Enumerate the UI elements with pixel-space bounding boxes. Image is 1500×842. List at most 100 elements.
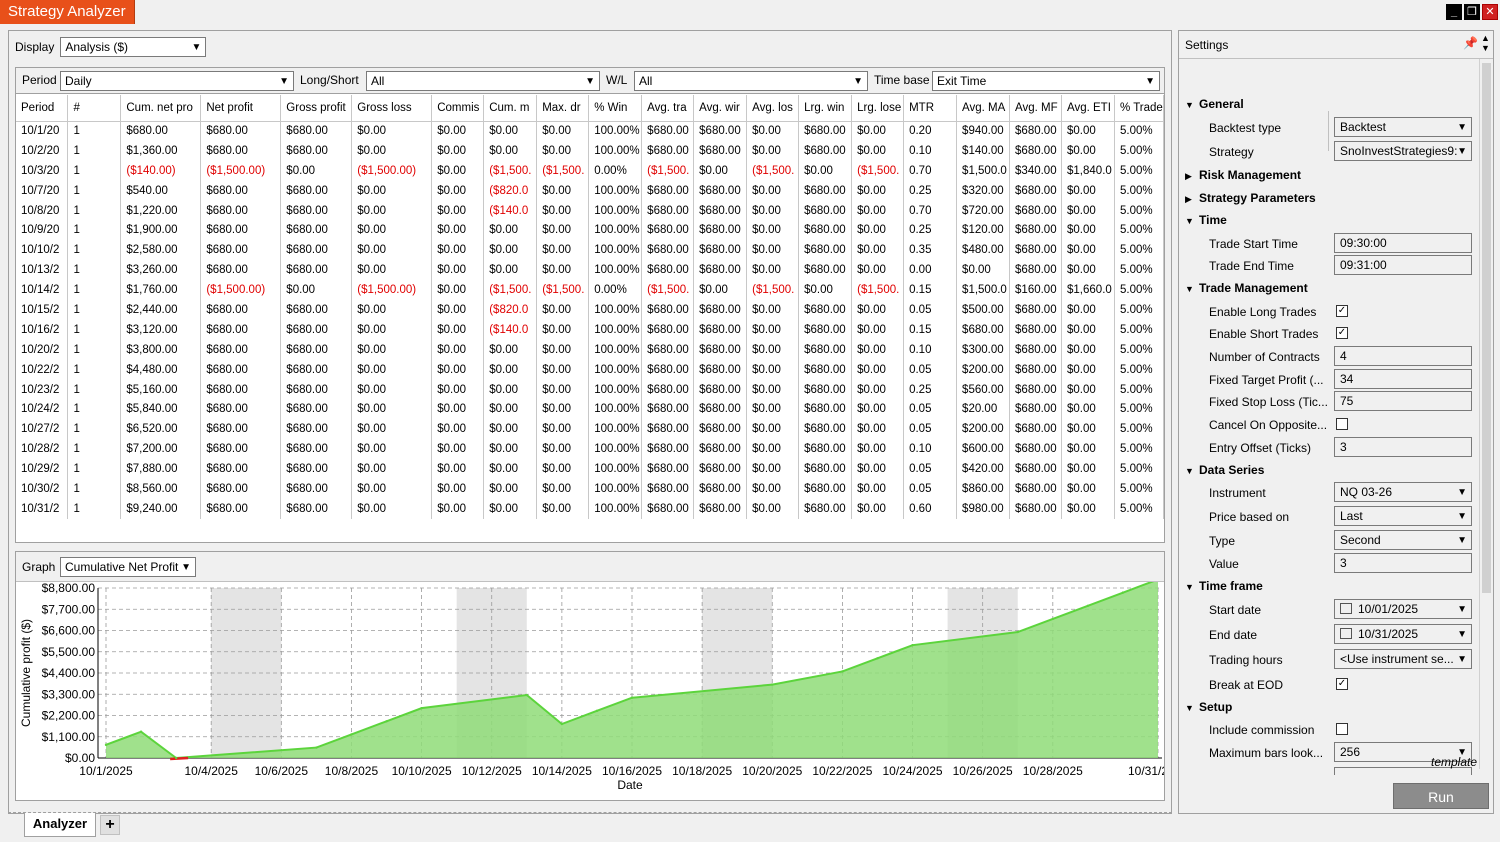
restore-icon[interactable]: ❐: [1464, 4, 1480, 20]
section-general[interactable]: ▼ General: [1185, 97, 1244, 111]
section-time-frame[interactable]: ▼ Time frame: [1185, 579, 1263, 593]
table-row[interactable]: 10/16/2 1 $3,120.00 $680.00 $680.00 $0.00 $0.0…: [16, 319, 1164, 340]
trade-end-field[interactable]: 09:31:00: [1334, 255, 1472, 275]
table-row[interactable]: 10/8/20 1 $1,220.00 $680.00 $680.00 $0.00 $0.0…: [16, 200, 1164, 221]
minimize-icon[interactable]: _: [1446, 4, 1462, 20]
table-row[interactable]: 10/13/2 1 $3,260.00 $680.00 $680.00 $0.00 $0.0…: [16, 260, 1164, 281]
include-commission-checkbox[interactable]: [1336, 723, 1348, 735]
close-icon[interactable]: ✕: [1482, 4, 1498, 20]
section-data-series[interactable]: ▼ Data Series: [1185, 463, 1264, 477]
x-tick-label: 10/18/2025: [672, 764, 732, 778]
column-header[interactable]: Period: [16, 95, 69, 122]
scrollbar-thumb[interactable]: [1482, 63, 1491, 593]
table-cell: $0.00: [851, 379, 905, 400]
table-cell: $1,500.0: [956, 160, 1011, 181]
num-contracts-field[interactable]: 4: [1334, 346, 1472, 366]
section-setup[interactable]: ▼ Setup: [1185, 700, 1232, 714]
table-cell: $540.00: [120, 180, 202, 201]
column-header[interactable]: Max. dr: [536, 95, 590, 122]
table-cell: 100.00%: [588, 240, 643, 261]
period-select[interactable]: Daily ▼: [60, 71, 294, 91]
enable-long-checkbox[interactable]: ✓: [1336, 305, 1348, 317]
column-header[interactable]: Net profit: [200, 95, 282, 122]
wl-select[interactable]: All ▼: [634, 71, 868, 91]
settings-scrollbar[interactable]: [1479, 59, 1493, 769]
table-cell: ($1,500.: [483, 280, 538, 301]
template-link[interactable]: template: [1431, 755, 1477, 769]
table-row[interactable]: 10/23/2 1 $5,160.00 $680.00 $680.00 $0.00 $0.0…: [16, 379, 1164, 400]
table-cell: ($140.0: [483, 200, 538, 221]
table-row[interactable]: 10/15/2 1 $2,440.00 $680.00 $680.00 $0.00 $0.0…: [16, 300, 1164, 320]
column-header[interactable]: Lrg. win: [798, 95, 853, 122]
target-profit-field[interactable]: 34: [1334, 369, 1472, 389]
pin-icon[interactable]: 📌: [1463, 36, 1478, 50]
trading-hours-select[interactable]: <Use instrument se... ▼: [1334, 649, 1472, 669]
tab-analyzer[interactable]: Analyzer: [24, 813, 96, 837]
chevron-down-icon: ▼: [191, 42, 202, 53]
entry-offset-field[interactable]: 3: [1334, 437, 1472, 457]
table-row[interactable]: 10/29/2 1 $7,880.00 $680.00 $680.00 $0.00 $0.0…: [16, 459, 1164, 480]
column-header[interactable]: Avg. tra: [641, 95, 695, 122]
table-row[interactable]: 10/3/20 1 ($140.00) ($1,500.00) $0.00 ($1,500…: [16, 160, 1164, 181]
cancel-opposite-checkbox[interactable]: [1336, 418, 1348, 430]
column-header[interactable]: Lrg. lose: [851, 95, 905, 122]
table-row[interactable]: 10/9/20 1 $1,900.00 $680.00 $680.00 $0.00 $0.0…: [16, 220, 1164, 241]
strategy-select[interactable]: SnoInvestStrategies9: ▼: [1334, 141, 1472, 161]
price-based-select[interactable]: Last ▼: [1334, 506, 1472, 526]
instrument-select[interactable]: NQ 03-26 ▼: [1334, 482, 1472, 502]
table-cell: $0.00: [1061, 200, 1115, 221]
table-row[interactable]: 10/1/20 1 $680.00 $680.00 $680.00 $0.00 $0.00 $…: [16, 121, 1164, 141]
run-button[interactable]: Run: [1393, 783, 1489, 809]
collapse-icon: ▼: [1185, 703, 1194, 713]
column-header[interactable]: Cum. m: [483, 95, 538, 122]
section-trade-management[interactable]: ▼ Trade Management: [1185, 281, 1308, 295]
column-header[interactable]: MTR: [903, 95, 958, 122]
display-select[interactable]: Analysis ($) ▼: [60, 37, 207, 57]
stop-loss-field[interactable]: 75: [1334, 391, 1472, 411]
table-row[interactable]: 10/7/20 1 $540.00 $680.00 $680.00 $0.00 $0.00(…: [16, 180, 1164, 201]
table-row[interactable]: 10/2/20 1 $1,360.00 $680.00 $680.00 $0.00 $0.0…: [16, 140, 1164, 161]
column-header[interactable]: Commis: [431, 95, 485, 122]
graph-select[interactable]: Cumulative Net Profit ▼: [60, 557, 196, 577]
longshort-select[interactable]: All ▼: [366, 71, 600, 91]
table-cell: $680.00: [1009, 439, 1063, 460]
table-row[interactable]: 10/22/2 1 $4,480.00 $680.00 $680.00 $0.00 $0.0…: [16, 359, 1164, 380]
table-row[interactable]: 10/10/2 1 $2,580.00 $680.00 $680.00 $0.00 $0.0…: [16, 240, 1164, 261]
column-header[interactable]: Avg. ETI: [1061, 95, 1115, 122]
section-risk-management[interactable]: ▶ Risk Management: [1185, 168, 1301, 182]
add-tab-button[interactable]: +: [100, 815, 120, 835]
table-row[interactable]: 10/31/2 1 $9,240.00 $680.00 $680.00 $0.00 $0.0…: [16, 498, 1164, 519]
section-time[interactable]: ▼ Time: [1185, 213, 1227, 227]
column-header[interactable]: Avg. wir: [693, 95, 748, 122]
table-cell: $680.00: [1009, 319, 1063, 340]
column-header[interactable]: Avg. MA: [956, 95, 1011, 122]
section-strategy-parameters[interactable]: ▶ Strategy Parameters: [1185, 191, 1316, 205]
table-row[interactable]: 10/28/2 1 $7,200.00 $680.00 $680.00 $0.00 $0.0…: [16, 439, 1164, 460]
table-row[interactable]: 10/30/2 1 $8,560.00 $680.00 $680.00 $0.00 $0.0…: [16, 479, 1164, 499]
column-header[interactable]: % Win: [588, 95, 643, 122]
table-cell: $0.00: [431, 260, 485, 281]
timebase-select[interactable]: Exit Time ▼: [932, 71, 1160, 91]
table-row[interactable]: 10/27/2 1 $6,520.00 $680.00 $680.00 $0.00 $0.0…: [16, 419, 1164, 440]
column-header[interactable]: % Trade: [1114, 95, 1164, 122]
column-header[interactable]: #: [67, 95, 122, 122]
break-eod-checkbox[interactable]: ✓: [1336, 678, 1348, 690]
column-header[interactable]: Gross loss: [351, 95, 433, 122]
table-row[interactable]: 10/24/2 1 $5,840.00 $680.00 $680.00 $0.00 $0.0…: [16, 399, 1164, 420]
column-header[interactable]: Avg. MF: [1009, 95, 1063, 122]
column-header[interactable]: Cum. net pro: [120, 95, 202, 122]
start-date-picker[interactable]: 10/01/2025 ▼: [1334, 599, 1472, 619]
table-row[interactable]: 10/14/2 1 $1,760.00 ($1,500.00) $0.00 ($1,500…: [16, 280, 1164, 301]
value-field[interactable]: 3: [1334, 553, 1472, 573]
backtest-type-select[interactable]: Backtest ▼: [1334, 117, 1472, 137]
column-header[interactable]: Avg. los: [746, 95, 800, 122]
table-cell: $680.00: [693, 359, 748, 380]
column-header[interactable]: Gross profit: [280, 95, 353, 122]
enable-short-checkbox[interactable]: ✓: [1336, 327, 1348, 339]
trade-start-field[interactable]: 09:30:00: [1334, 233, 1472, 253]
scroll-arrows[interactable]: ▲ ▼: [1481, 33, 1490, 53]
table-row[interactable]: 10/20/2 1 $3,800.00 $680.00 $680.00 $0.00 $0.0…: [16, 339, 1164, 360]
table-cell: 0.00: [903, 260, 958, 281]
type-select[interactable]: Second ▼: [1334, 530, 1472, 550]
end-date-picker[interactable]: 10/31/2025 ▼: [1334, 624, 1472, 644]
